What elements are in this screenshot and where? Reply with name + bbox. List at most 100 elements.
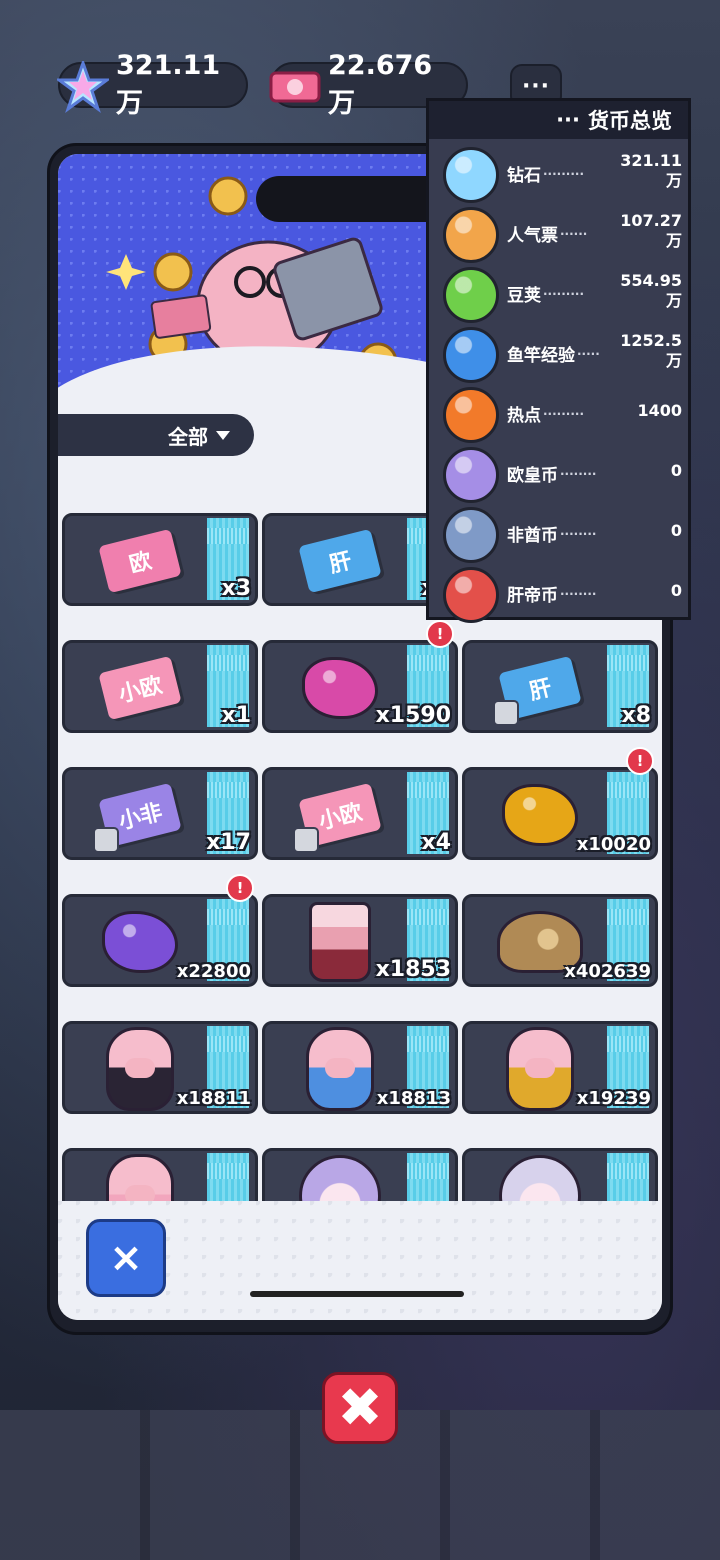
item-count: x10020 [576, 834, 651, 855]
panel-close-button[interactable]: × [86, 1219, 166, 1297]
item-count: x4 [421, 830, 452, 855]
overview-title: 货币总览 [588, 109, 672, 133]
item-slot[interactable]: x1853 [262, 880, 458, 997]
currency-value: 0 [612, 461, 682, 481]
diamond-currency-pill[interactable]: 321.11万 [57, 50, 248, 119]
ticket-icon: 欧 [85, 518, 195, 604]
currency-value-number: 0 [670, 581, 682, 600]
item-count: x402639 [564, 961, 651, 982]
currency-value-unit: 万 [665, 291, 682, 310]
fire-icon [443, 387, 499, 443]
item-slot[interactable]: x10020! [462, 747, 658, 870]
card-stripe [607, 1153, 649, 1201]
diamond-amount: 321.11万 [116, 50, 221, 119]
item-card[interactable]: x1853 [262, 894, 458, 987]
ticket-label: 肝 [298, 528, 382, 594]
currency-name: 豆荚 ········· [507, 281, 584, 306]
puzzle-piece-icon [293, 827, 319, 853]
currency-label: 鱼竿经验 [507, 346, 575, 366]
item-card[interactable]: 小欧 x4 [262, 767, 458, 860]
card-stripe [407, 1153, 449, 1201]
leader-dots: ········ [560, 466, 597, 481]
currency-row: 非酋币 ········ 0 [429, 503, 688, 563]
item-slot[interactable]: x19239 [462, 1007, 658, 1124]
alert-badge-icon: ! [226, 874, 254, 902]
item-slot[interactable]: x1590! [262, 620, 458, 743]
item-slot[interactable] [62, 1134, 258, 1201]
currency-row: 豆荚 ········· 554.95 万 [429, 263, 688, 323]
oh-coin-icon [443, 447, 499, 503]
ticket-label: 小欧 [98, 655, 182, 721]
puzzle-piece-icon [493, 700, 519, 726]
ticket-icon: 肝 [285, 518, 395, 604]
item-count: x17 [206, 830, 251, 855]
leader-dots: ········ [560, 586, 597, 601]
currency-row: 欧皇币 ········ 0 [429, 443, 688, 503]
item-slot[interactable] [262, 1134, 458, 1201]
caret-down-icon [216, 430, 230, 440]
popularity-ticket-icon [443, 207, 499, 263]
filter-label: 全部 [168, 424, 208, 449]
item-card[interactable] [262, 1148, 458, 1201]
currency-label: 钻石 [507, 166, 541, 186]
diamond-icon [54, 58, 112, 116]
currency-name: 热点 ········· [507, 401, 584, 426]
alert-badge-icon: ! [426, 620, 454, 648]
item-slot[interactable]: x18813 [262, 1007, 458, 1124]
currency-label: 肝帝币 [507, 586, 558, 606]
item-card[interactable]: 肝 x8 [462, 640, 658, 733]
item-card[interactable]: 欧 x3 [62, 513, 258, 606]
pig-figure-icon [85, 1153, 195, 1201]
panel-footer: × [58, 1201, 662, 1320]
item-count: x3 [221, 576, 252, 601]
home-indicator [250, 1291, 464, 1297]
item-card[interactable]: x22800 [62, 894, 258, 987]
leader-dots: ········· [543, 406, 585, 421]
leader-dots: ····· [577, 346, 600, 361]
item-card[interactable]: x18813 [262, 1021, 458, 1114]
item-slot[interactable]: 小欧 x4 [262, 753, 458, 870]
item-slot[interactable]: 小欧 x1 [62, 626, 258, 743]
item-card[interactable]: x10020 [462, 767, 658, 860]
currency-value-unit: 万 [665, 171, 682, 190]
currency-value: 0 [612, 581, 682, 601]
ticket-label: 欧 [98, 528, 182, 594]
currency-value-unit: 万 [665, 351, 682, 370]
currency-value: 554.95 万 [612, 271, 682, 311]
item-card[interactable] [462, 1148, 658, 1201]
item-slot[interactable]: x402639 [462, 880, 658, 997]
currency-name: 非酋币 ········ [507, 521, 596, 546]
item-card[interactable]: x402639 [462, 894, 658, 987]
item-card[interactable] [62, 1148, 258, 1201]
item-slot[interactable]: x22800! [62, 874, 258, 997]
item-card[interactable]: x18811 [62, 1021, 258, 1114]
rod-exp-icon [443, 327, 499, 383]
character-icon [485, 1153, 595, 1201]
currency-value-number: 554.95 [620, 271, 682, 290]
item-slot[interactable]: 小非 x17 [62, 753, 258, 870]
leader-dots: ········ [560, 526, 597, 541]
currency-overview-popup: ··· 货币总览 钻石 ········· 321.11 万人气票 ······ 107.… [426, 98, 691, 623]
overview-header: ··· 货币总览 [429, 101, 688, 139]
item-slot[interactable]: x18811 [62, 1007, 258, 1124]
item-slot[interactable] [462, 1134, 658, 1201]
currency-value-unit: 万 [665, 231, 682, 250]
item-card[interactable]: x19239 [462, 1021, 658, 1114]
currency-label: 热点 [507, 406, 541, 426]
item-card[interactable]: 小欧 x1 [62, 640, 258, 733]
currency-value: 321.11 万 [612, 151, 682, 191]
item-card[interactable]: 小非 x17 [62, 767, 258, 860]
item-count: x18813 [376, 1088, 451, 1109]
puzzle-piece-icon [93, 827, 119, 853]
currency-name: 钻石 ········· [507, 161, 584, 186]
item-count: x1853 [375, 957, 451, 982]
item-slot[interactable]: 肝 x8 [462, 626, 658, 743]
item-card[interactable]: x1590 [262, 640, 458, 733]
overview-title-dots: ··· [556, 108, 580, 132]
item-count: x1 [221, 703, 252, 728]
currency-value: 1400 [612, 401, 682, 421]
item-slot[interactable]: 欧 x3 [62, 499, 258, 616]
close-button[interactable]: ✖ [322, 1372, 398, 1444]
category-filter-dropdown[interactable]: 全部 [58, 414, 254, 456]
currency-value: 107.27 万 [612, 211, 682, 251]
